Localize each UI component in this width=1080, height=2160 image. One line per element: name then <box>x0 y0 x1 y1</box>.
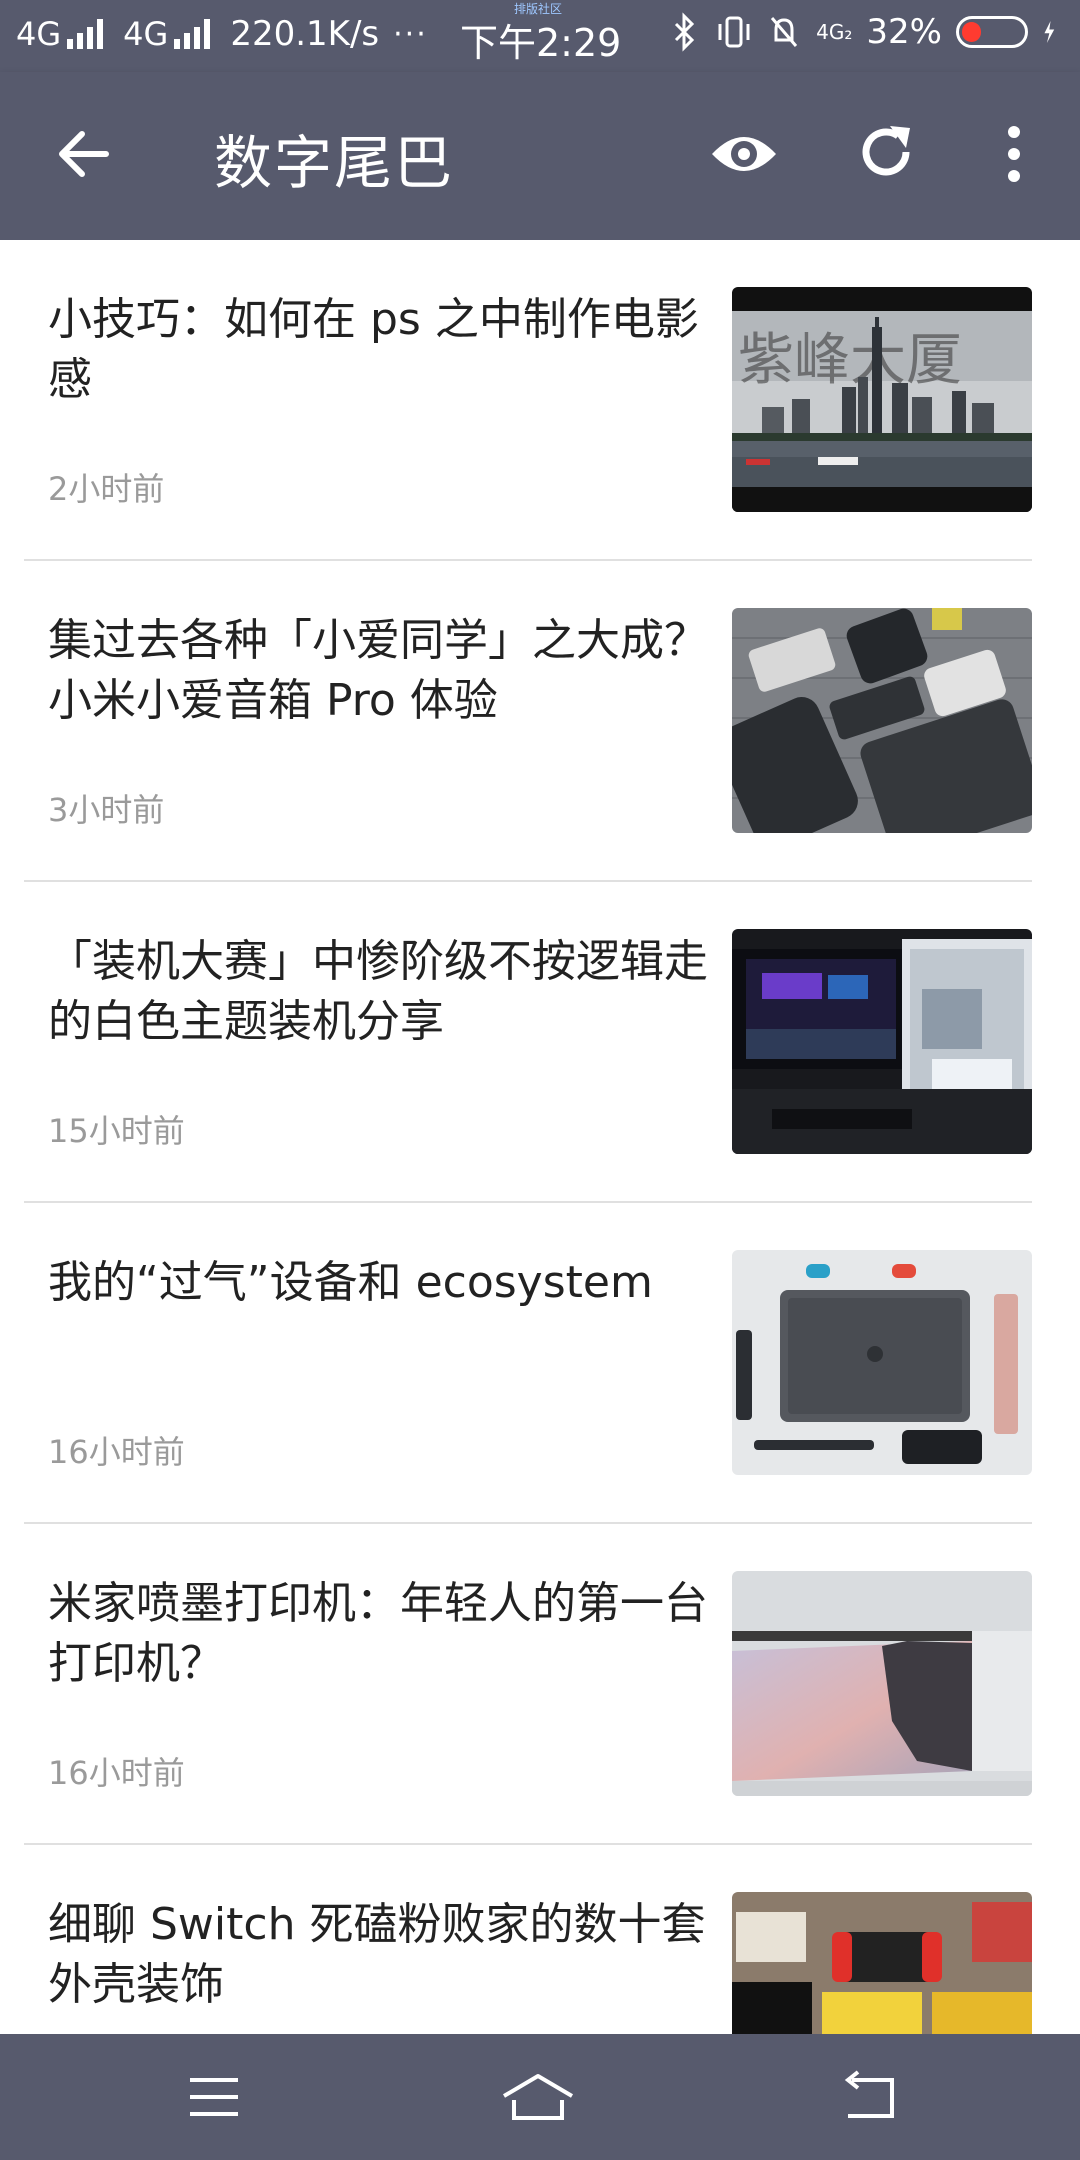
article-feed: 小技巧：如何在 ps 之中制作电影感 2小时前 紫峰大厦 集过去各种「小爱同学」… <box>0 240 1080 2034</box>
arrow-left-icon[interactable] <box>56 126 112 182</box>
signal-icon <box>67 19 104 49</box>
article-title[interactable]: 细聊 Switch 死磕粉败家的数十套外壳装饰 <box>48 1895 728 2015</box>
battery-level <box>962 22 981 42</box>
network-type-3: 4G₂ <box>816 20 853 44</box>
article-thumbnail[interactable] <box>732 1571 1032 1796</box>
article-time: 2小时前 <box>48 470 165 508</box>
charging-icon <box>1044 21 1055 43</box>
article-item[interactable]: 米家喷墨打印机：年轻人的第一台打印机？ 16小时前 <box>24 1524 1032 1845</box>
article-time: 16小时前 <box>48 1433 185 1471</box>
article-time: 3小时前 <box>48 791 165 829</box>
battery-icon <box>956 16 1028 48</box>
article-title[interactable]: 我的“过气”设备和 ecosystem <box>48 1253 728 1313</box>
article-item[interactable]: 我的“过气”设备和 ecosystem 16小时前 <box>24 1203 1032 1524</box>
article-time: 15小时前 <box>48 1112 185 1150</box>
article-thumbnail[interactable] <box>732 929 1032 1154</box>
article-thumbnail[interactable] <box>732 1250 1032 1475</box>
eye-icon[interactable] <box>708 124 780 184</box>
home-icon[interactable] <box>500 2070 576 2124</box>
battery-percent: 32% <box>866 12 942 52</box>
page-title: 数字尾巴 <box>214 129 455 197</box>
status-time: 下午2:29 <box>460 21 622 65</box>
article-time: 16小时前 <box>48 1754 185 1792</box>
network-type-1: 4G <box>16 15 62 53</box>
article-title[interactable]: 「装机大赛」中惨阶级不按逻辑走的白色主题装机分享 <box>48 932 728 1052</box>
smart-speaker-image <box>732 608 1032 833</box>
more-notifications-icon: ··· <box>393 16 428 52</box>
article-item[interactable]: 集过去各种「小爱同学」之大成？小米小爱音箱 Pro 体验 3小时前 <box>24 561 1032 882</box>
bluetooth-icon <box>675 12 695 52</box>
refresh-icon[interactable] <box>860 122 916 182</box>
system-nav-bar <box>0 2034 1080 2160</box>
pc-setup-image <box>732 929 1032 1154</box>
mute-icon <box>771 17 798 47</box>
svg-text:紫峰大厦: 紫峰大厦 <box>738 328 962 393</box>
article-thumbnail[interactable] <box>732 1892 1032 2034</box>
city-skyline-image: 紫峰大厦 <box>732 287 1032 512</box>
article-title[interactable]: 小技巧：如何在 ps 之中制作电影感 <box>48 290 728 410</box>
status-bar: 排版社区 4G 4G 220.1K/s ··· 下午2:29 4G₂ 32% <box>0 0 1080 72</box>
network-type-2: 4G <box>123 15 169 53</box>
article-thumbnail[interactable] <box>732 608 1032 833</box>
article-item[interactable]: 细聊 Switch 死磕粉败家的数十套外壳装饰 <box>24 1845 1032 2034</box>
switch-cases-image <box>732 1892 1032 2034</box>
back-icon[interactable] <box>840 2070 900 2124</box>
status-right: 4G₂ 32% <box>666 12 1064 52</box>
devices-flatlay-image <box>732 1250 1032 1475</box>
vibrate-icon <box>718 16 750 48</box>
menu-icon[interactable] <box>184 2070 244 2124</box>
more-vertical-icon[interactable] <box>1000 124 1028 184</box>
article-title[interactable]: 米家喷墨打印机：年轻人的第一台打印机？ <box>48 1574 728 1694</box>
network-speed: 220.1K/s <box>230 14 380 54</box>
article-item[interactable]: 小技巧：如何在 ps 之中制作电影感 2小时前 紫峰大厦 <box>24 240 1032 561</box>
signal-icon <box>174 19 211 49</box>
article-item[interactable]: 「装机大赛」中惨阶级不按逻辑走的白色主题装机分享 15小时前 <box>24 882 1032 1203</box>
article-thumbnail[interactable]: 紫峰大厦 <box>732 287 1032 512</box>
article-title[interactable]: 集过去各种「小爱同学」之大成？小米小爱音箱 Pro 体验 <box>48 611 728 731</box>
printer-print-image <box>732 1571 1032 1796</box>
app-bar: 数字尾巴 <box>0 72 1080 240</box>
status-left: 4G 4G 220.1K/s ··· <box>16 14 428 54</box>
